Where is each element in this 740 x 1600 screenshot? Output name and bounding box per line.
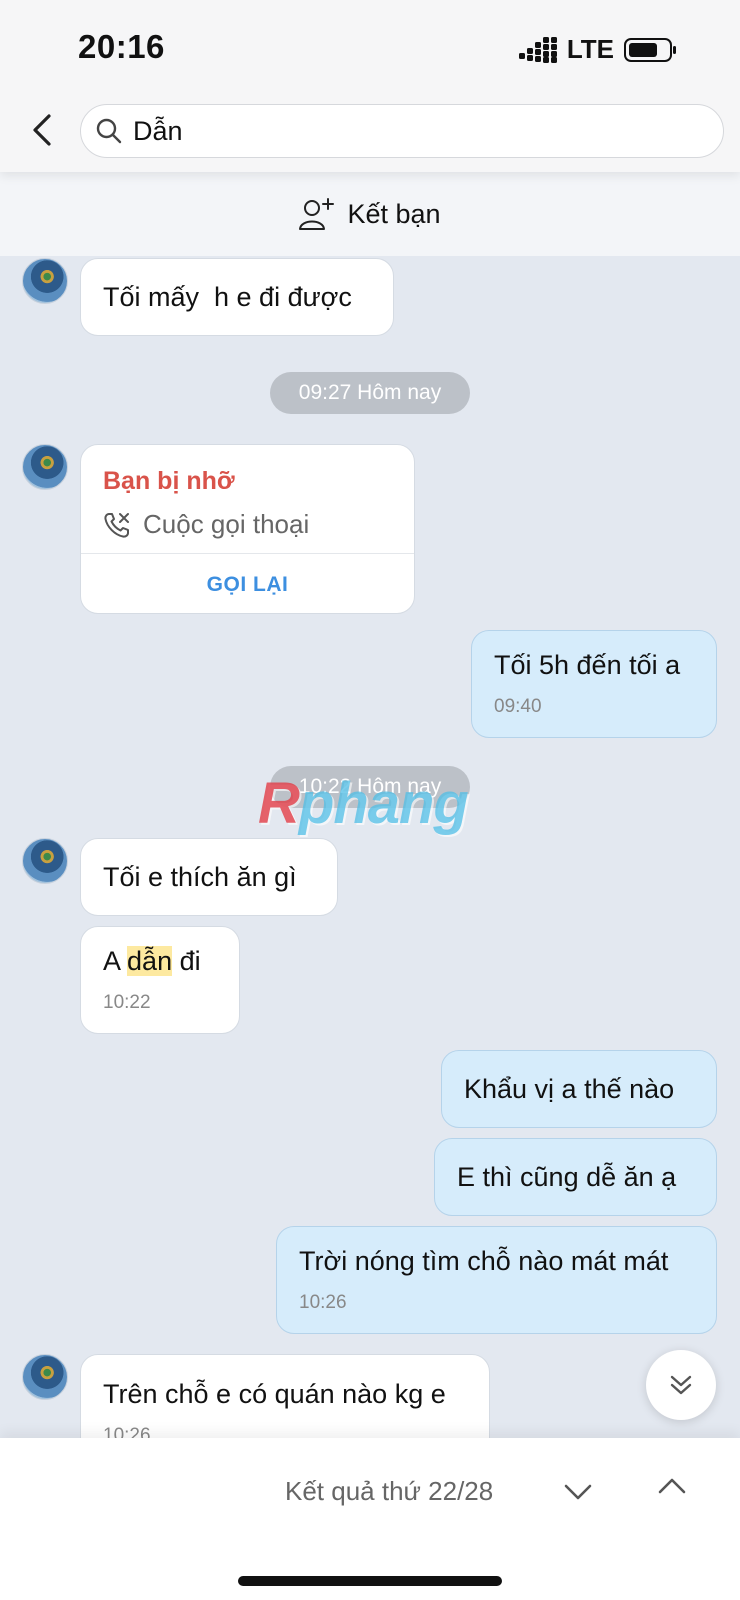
message-text: A dẫn đi <box>103 946 201 976</box>
message-time: 10:22 <box>103 992 151 1013</box>
chevron-up-icon <box>658 1478 686 1494</box>
message-text: Trời nóng tìm chỗ nào mát mát <box>299 1246 669 1276</box>
message-text: Khẩu vị a thế nào <box>464 1073 675 1104</box>
message-text: E thì cũng dễ ăn ạ <box>457 1161 677 1192</box>
search-result-count: Kết quả thứ 22/28 <box>285 1476 494 1506</box>
add-friend-button[interactable]: Kết bạn <box>0 172 740 256</box>
home-indicator[interactable] <box>238 1576 502 1586</box>
avatar[interactable] <box>22 258 68 304</box>
add-user-icon <box>299 198 335 230</box>
search-results-bar: Kết quả thứ 22/28 <box>0 1438 740 1600</box>
incoming-message[interactable]: Tối mấy h e đi được <box>80 258 394 336</box>
avatar[interactable] <box>22 444 68 490</box>
missed-call-title: Bạn bị nhỡ <box>103 467 235 495</box>
avatar[interactable] <box>22 1354 68 1400</box>
search-value[interactable]: Dẫn <box>133 116 183 147</box>
missed-call-card: Bạn bị nhỡ Cuộc gọi thoại GỌI LẠI <box>80 444 415 614</box>
status-icons: LTE <box>518 34 678 65</box>
chevron-down-icon <box>564 1484 592 1500</box>
scroll-to-bottom-button[interactable] <box>646 1350 716 1420</box>
date-separator: 09:27 Hôm nay <box>270 372 470 414</box>
missed-call-icon <box>104 512 129 538</box>
battery-icon <box>624 37 676 62</box>
header: 20:16 LTE Dẫn <box>0 0 740 172</box>
next-result-button[interactable] <box>560 1474 596 1510</box>
outgoing-message[interactable]: E thì cũng dễ ăn ạ <box>434 1138 717 1216</box>
status-time: 20:16 <box>78 28 165 65</box>
add-friend-label: Kết bạn <box>347 198 441 229</box>
outgoing-message[interactable]: Khẩu vị a thế nào <box>441 1050 717 1128</box>
incoming-message[interactable]: Tối e thích ăn gì <box>80 838 338 916</box>
previous-result-button[interactable] <box>654 1468 690 1504</box>
message-text: Trên chỗ e có quán nào kg e <box>103 1379 446 1409</box>
search-icon <box>96 118 122 144</box>
signal-icon <box>518 36 557 63</box>
message-text: Tối 5h đến tối a <box>494 650 681 680</box>
avatar[interactable] <box>22 838 68 884</box>
double-chevron-down-icon <box>670 1375 692 1395</box>
call-back-button[interactable]: GỌI LẠI <box>81 554 414 613</box>
watermark-logo: Rphang <box>258 771 469 836</box>
message-text: Tối e thích ăn gì <box>103 861 297 892</box>
search-highlight: dẫn <box>127 946 173 976</box>
network-type: LTE <box>566 34 614 64</box>
outgoing-message[interactable]: Tối 5h đến tối a 09:40 <box>471 630 717 738</box>
back-arrow-icon <box>33 114 51 146</box>
search-input[interactable]: Dẫn <box>80 104 724 158</box>
incoming-message[interactable]: A dẫn đi 10:22 <box>80 926 240 1034</box>
call-type-label: Cuộc gọi thoại <box>143 509 310 539</box>
message-text: Tối mấy h e đi được <box>103 281 352 312</box>
call-type-row: Cuộc gọi thoại <box>103 509 309 540</box>
back-button[interactable] <box>26 108 58 152</box>
message-time: 10:26 <box>299 1292 347 1313</box>
outgoing-message[interactable]: Trời nóng tìm chỗ nào mát mát 10:26 <box>276 1226 717 1334</box>
message-time: 09:40 <box>494 696 542 717</box>
